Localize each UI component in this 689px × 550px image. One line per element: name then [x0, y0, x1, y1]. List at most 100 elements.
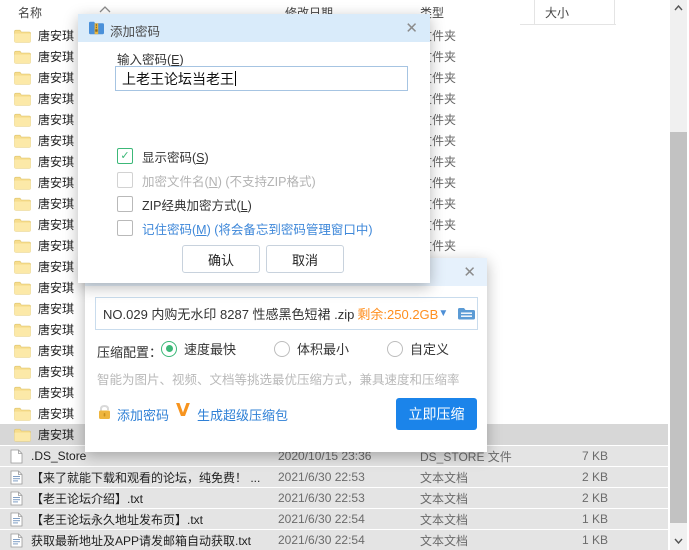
folder-icon	[14, 365, 31, 379]
radio-smallest-size[interactable]: 体积最小	[274, 340, 349, 357]
file-name: 获取最新地址及APP请发邮箱自动获取.txt	[31, 532, 251, 549]
checkbox-label: 显示密码(S)	[142, 147, 209, 166]
folder-name: 唐安琪	[38, 69, 74, 86]
archive-name-field[interactable]: NO.029 内购无水印 8287 性感黑色短裙 .zip 剩余:250.2GB…	[95, 297, 478, 330]
folder-icon	[14, 197, 31, 211]
add-password-link[interactable]: 添加密码	[117, 405, 169, 424]
folder-name: 唐安琪	[38, 321, 74, 338]
folder-name: 唐安琪	[38, 258, 74, 275]
file-size: 1 KB	[540, 533, 608, 547]
folder-name: 唐安琪	[38, 48, 74, 65]
column-header-name[interactable]: 名称	[18, 4, 42, 21]
folder-name: 唐安琪	[38, 27, 74, 44]
file-type: 文本文档	[420, 469, 468, 486]
radio-icon	[274, 341, 290, 357]
file-name: .DS_Store	[31, 449, 86, 463]
column-header-size[interactable]: 大小	[545, 4, 569, 21]
close-icon[interactable]: ✕	[463, 265, 476, 280]
checkbox-row[interactable]: ZIP经典加密方式(L)	[117, 196, 252, 212]
archive-name-text: NO.029 内购无水印 8287 性感黑色短裙 .zip	[103, 304, 354, 323]
file-name: 【老王论坛介绍】.txt	[31, 490, 143, 507]
compress-config-label: 压缩配置：	[97, 342, 162, 361]
file-type: 文本文档	[420, 532, 468, 549]
compress-dialog: ✕ NO.029 内购无水印 8287 性感黑色短裙 .zip 剩余:250.2…	[85, 258, 487, 452]
folder-name: 唐安琪	[38, 405, 74, 422]
folder-icon	[14, 260, 31, 274]
super-archive-link[interactable]: 生成超级压缩包	[197, 405, 288, 424]
file-icon	[10, 512, 23, 527]
zip-archive-icon	[88, 20, 105, 41]
checkbox-label: 加密文件名(N) (不支持ZIP格式)	[142, 171, 316, 190]
vertical-scrollbar[interactable]	[670, 0, 687, 550]
password-input[interactable]: 上老王论坛当老王	[115, 66, 408, 91]
file-date: 2021/6/30 22:53	[278, 470, 365, 484]
add-password-dialog: 添加密码 ✕ 输入密码(E) 上老王论坛当老王 ✓ 显示密码(S) 加密文件名(…	[78, 14, 430, 283]
checkbox-label: ZIP经典加密方式(L)	[142, 195, 252, 214]
radio-icon	[387, 341, 403, 357]
checkbox-row[interactable]: 加密文件名(N) (不支持ZIP格式)	[117, 172, 316, 188]
folder-icon	[14, 386, 31, 400]
confirm-button[interactable]: 确认	[182, 245, 260, 273]
header-separator	[614, 0, 615, 24]
file-icon	[10, 491, 23, 506]
folder-name: 唐安琪	[38, 132, 74, 149]
folder-name: 唐安琪	[38, 111, 74, 128]
checkbox-icon: ✓	[117, 148, 133, 164]
folder-icon	[14, 134, 31, 148]
file-size: 2 KB	[540, 470, 608, 484]
checkbox-icon	[117, 196, 133, 212]
file-name: 【来了就能下载和观看的论坛，纯免费！ ...	[31, 469, 260, 486]
file-date: 2021/6/30 22:54	[278, 512, 365, 526]
folder-icon	[14, 344, 31, 358]
checkbox-icon	[117, 172, 133, 188]
radio-icon	[161, 341, 177, 357]
folder-icon	[14, 281, 31, 295]
folder-icon	[14, 239, 31, 253]
folder-icon	[14, 428, 31, 442]
checkbox-row[interactable]: 记住密码(M) (将会备忘到密码管理窗口中)	[117, 220, 373, 236]
file-type: 文本文档	[420, 511, 468, 528]
folder-icon	[14, 29, 31, 43]
super-archive-v-icon: V	[176, 400, 190, 421]
scrollbar-thumb[interactable]	[670, 132, 687, 523]
file-row[interactable]: 【老王论坛永久地址发布页】.txt 2021/6/30 22:54 文本文档 1…	[0, 509, 668, 529]
folder-icon	[14, 176, 31, 190]
dialog-title: 添加密码	[110, 21, 160, 40]
file-size: 1 KB	[540, 512, 608, 526]
password-value: 上老王论坛当老王	[122, 69, 234, 89]
folder-icon	[14, 155, 31, 169]
file-size: 2 KB	[540, 491, 608, 505]
folder-icon	[14, 50, 31, 64]
folder-icon	[14, 302, 31, 316]
folder-icon	[14, 323, 31, 337]
file-name: 【老王论坛永久地址发布页】.txt	[31, 511, 203, 528]
chevron-down-icon[interactable]: ▼	[438, 308, 448, 319]
radio-custom[interactable]: 自定义	[387, 340, 449, 357]
folder-name: 唐安琪	[38, 300, 74, 317]
checkbox-icon	[117, 220, 133, 236]
file-date: 2021/6/30 22:53	[278, 491, 365, 505]
folder-name: 唐安琪	[38, 384, 74, 401]
compress-now-button[interactable]: 立即压缩	[396, 398, 477, 430]
folder-name: 唐安琪	[38, 216, 74, 233]
checkbox-row[interactable]: ✓ 显示密码(S)	[117, 148, 209, 164]
explorer-window: 名称 修改日期 类型 大小 唐安琪 文件夹 唐安琪 文件夹	[0, 0, 689, 550]
cancel-button[interactable]: 取消	[266, 245, 344, 273]
file-row[interactable]: 【来了就能下载和观看的论坛，纯免费！ ... 2021/6/30 22:53 文…	[0, 467, 668, 487]
padlock-icon	[96, 404, 113, 420]
file-size: 7 KB	[540, 449, 608, 463]
scroll-down-icon[interactable]	[673, 538, 684, 544]
text-cursor	[235, 71, 236, 86]
close-icon[interactable]: ✕	[405, 21, 418, 36]
scroll-up-icon[interactable]	[673, 5, 684, 11]
folder-name: 唐安琪	[38, 426, 74, 443]
file-row[interactable]: 【老王论坛介绍】.txt 2021/6/30 22:53 文本文档 2 KB	[0, 488, 668, 508]
file-row[interactable]: 获取最新地址及APP请发邮箱自动获取.txt 2021/6/30 22:54 文…	[0, 530, 668, 550]
free-space-text: 剩余:250.2GB	[357, 304, 438, 323]
folder-icon	[14, 407, 31, 421]
file-type: 文本文档	[420, 490, 468, 507]
compress-hint-text: 智能为图片、视频、文档等挑选最优压缩方式，兼具速度和压缩率	[97, 369, 460, 388]
browse-folder-icon[interactable]	[457, 306, 476, 321]
folder-name: 唐安琪	[38, 153, 74, 170]
radio-fastest-speed[interactable]: 速度最快	[161, 340, 236, 357]
